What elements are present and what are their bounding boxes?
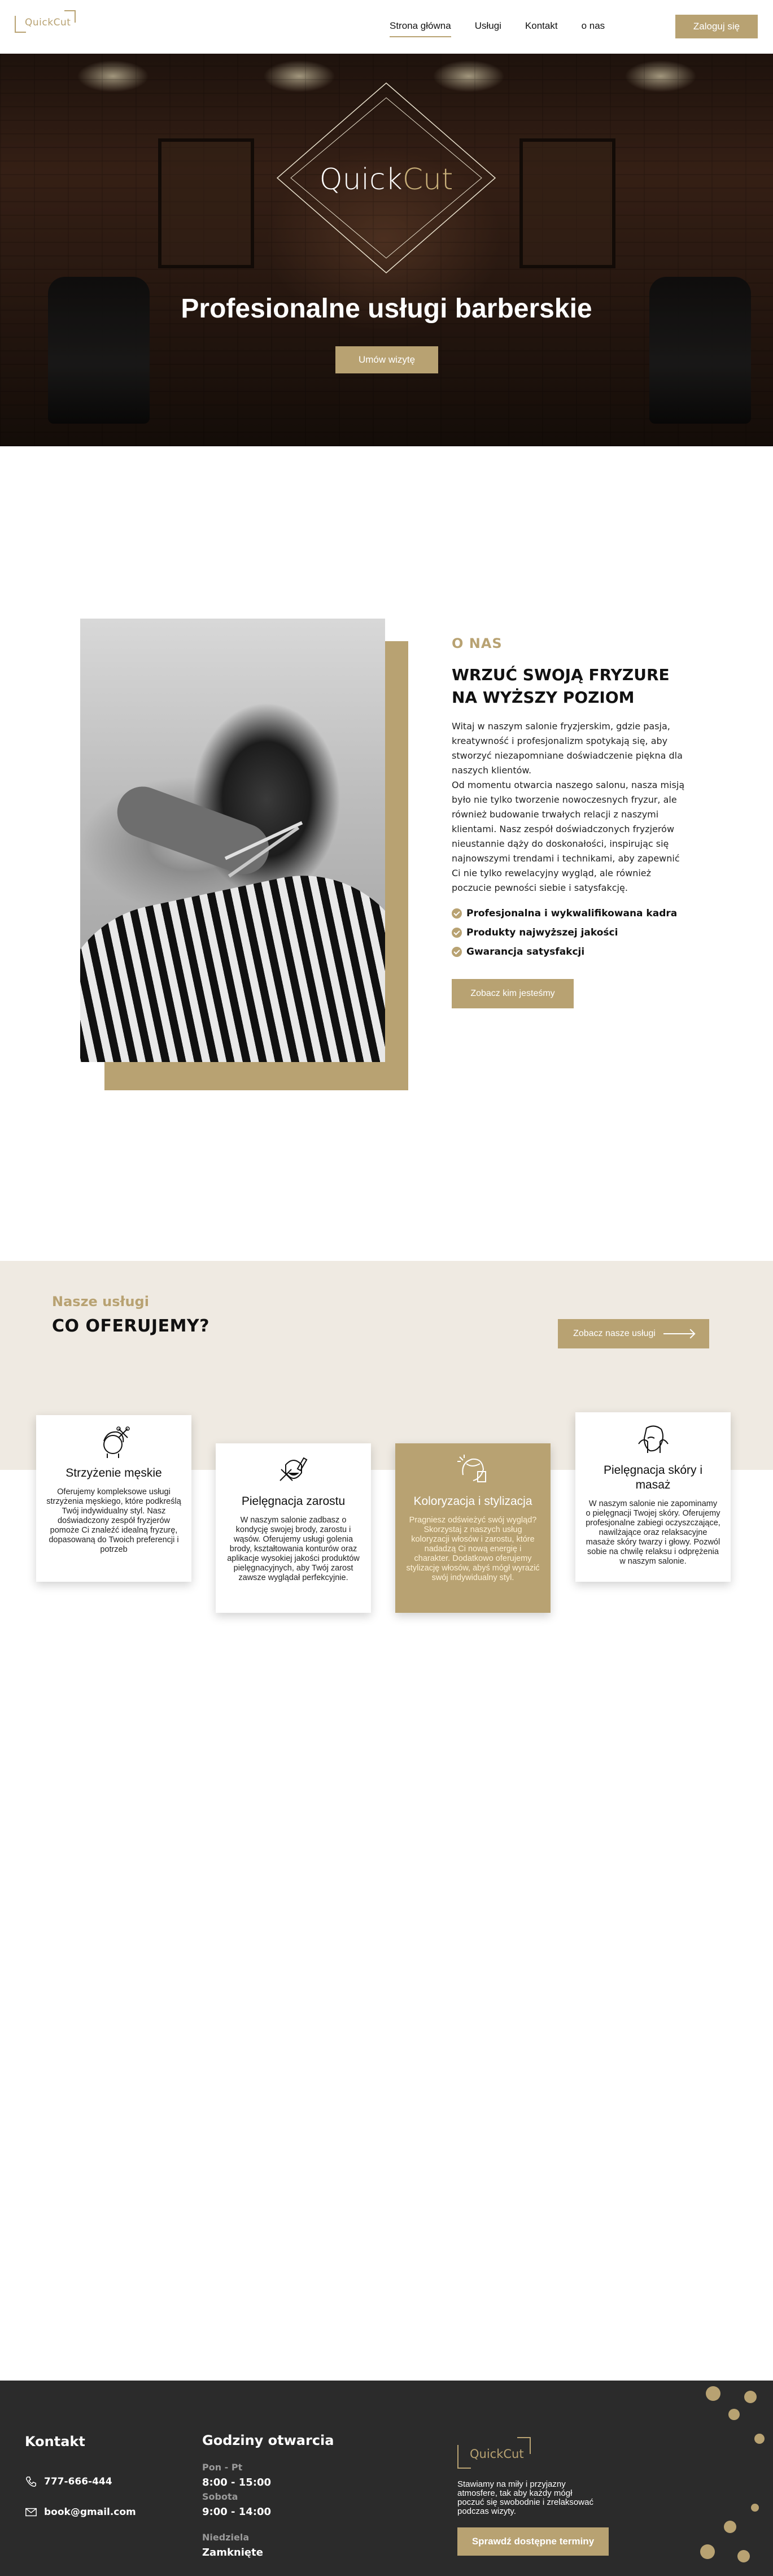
nav-item-about[interactable]: o nas [582, 20, 605, 37]
main-nav: Strona główna Usługi Kontakt o nas [390, 20, 628, 37]
check-circle-icon [452, 947, 462, 957]
about-barber-image [80, 619, 385, 1062]
barber-arm-shape [110, 779, 276, 882]
hair-color-icon [457, 1455, 486, 1482]
services-heading: CO OFERUJEMY? [52, 1316, 210, 1336]
service-card-title: Koloryzacja i stylizacja [413, 1495, 532, 1508]
feature-list: Profesjonalna i wykwalifikowana kadra Pr… [452, 908, 689, 958]
feature-item: Produkty najwyższej jakości [452, 927, 689, 938]
striped-cape-shape [80, 855, 385, 1062]
nav-item-contact[interactable]: Kontakt [525, 20, 558, 37]
header-logo[interactable]: QuickCut [15, 10, 76, 33]
footer-phone[interactable]: 777-666-444 [25, 2475, 112, 2488]
login-button[interactable]: Zaloguj się [675, 15, 758, 38]
footer-email[interactable]: book@gmail.com [25, 2506, 136, 2518]
decorative-dot [754, 2434, 765, 2444]
about-eyebrow: O NAS [452, 636, 503, 651]
service-card[interactable]: Pielęgnacja zarostu W naszym salonie zad… [216, 1443, 371, 1613]
see-services-button[interactable]: Zobacz nasze usługi [558, 1319, 709, 1348]
footer-hours-title: Godziny otwarcia [202, 2433, 334, 2448]
feature-item: Gwarancja satysfakcji [452, 946, 689, 958]
book-appointment-button[interactable]: Umów wizytę [335, 346, 438, 373]
service-card-title: Strzyżenie męskie [65, 1467, 162, 1480]
decorative-dot [700, 2544, 715, 2559]
logo-corner [457, 2445, 471, 2469]
face-massage-icon [637, 1425, 669, 1453]
about-paragraph: Witaj w naszym salonie fryzjerskim, gdzi… [452, 721, 685, 893]
hours-day: Pon - Pt [202, 2462, 243, 2473]
service-card-highlighted[interactable]: Koloryzacja i stylizacja Pragniesz odświ… [395, 1443, 551, 1613]
see-services-label: Zobacz nasze usługi [573, 1329, 656, 1338]
services-eyebrow: Nasze usługi [52, 1294, 149, 1309]
check-circle-icon [452, 908, 462, 919]
logo-text: QuickCut [25, 17, 71, 28]
footer-logo[interactable]: QuickCut [457, 2437, 531, 2469]
service-card-title: Pielęgnacja skóry i masaż [603, 1464, 703, 1491]
about-heading-line: WRZUĆ SWOJĄ FRYZURE [452, 665, 670, 684]
service-card[interactable]: Strzyżenie męskie Oferujemy kompleksowe … [36, 1415, 191, 1582]
service-card-title: Pielęgnacja zarostu [241, 1495, 346, 1508]
service-card-description: W naszym salonie zadbasz o kondycję swoj… [227, 1516, 360, 1582]
beard-shave-icon [279, 1457, 307, 1481]
service-card-description: Oferujemy kompleksowe usługi strzyżenia … [46, 1487, 181, 1554]
footer-logo-text: QuickCut [470, 2447, 524, 2461]
arrow-right-icon [663, 1333, 694, 1334]
hours-day: Sobota [202, 2491, 238, 2502]
hero-logo: QuickCut [276, 82, 496, 274]
hero-title: Profesionalne usługi barberskie [181, 294, 592, 324]
service-card-description: W naszym salonie nie zapominamy o pielęg… [586, 1499, 720, 1566]
hours-day: Niedziela [202, 2532, 250, 2543]
decorative-dot [728, 2409, 740, 2420]
decorative-dot [751, 2504, 759, 2512]
hours-time: 9:00 - 14:00 [202, 2506, 272, 2518]
hero-logo-text: QuickCut [319, 163, 453, 197]
hours-time: Zamknięte [202, 2547, 263, 2558]
decorative-dot [737, 2550, 750, 2562]
barber-head-icon [103, 1426, 130, 1458]
about-section: O NAS WRZUĆ SWOJĄ FRYZURE NA WYŻSZY POZI… [452, 636, 689, 1008]
decorative-dot [744, 2391, 757, 2403]
hero-section: QuickCut Profesionalne usługi barberskie… [0, 54, 773, 446]
site-header: QuickCut Strona główna Usługi Kontakt o … [0, 0, 773, 54]
about-more-button[interactable]: Zobacz kim jesteśmy [452, 979, 574, 1008]
service-card-description: Pragniesz odświeżyć swój wygląd? Skorzys… [406, 1516, 540, 1582]
decorative-dot [706, 2386, 720, 2401]
mail-icon [25, 2508, 37, 2517]
logo-corner [15, 16, 26, 33]
nav-item-home[interactable]: Strona główna [390, 20, 451, 37]
site-footer: Kontakt 777-666-444 book@gmail.com Godzi… [0, 2381, 773, 2576]
about-heading: WRZUĆ SWOJĄ FRYZURE NA WYŻSZY POZIOM [452, 664, 689, 709]
footer-slogan: Stawiamy na miły i przyjazny atmosfere, … [457, 2479, 593, 2516]
feature-item: Profesjonalna i wykwalifikowana kadra [452, 908, 689, 919]
check-availability-button[interactable]: Sprawdź dostępne terminy [457, 2527, 609, 2556]
hours-time: 8:00 - 15:00 [202, 2477, 272, 2488]
nav-item-services[interactable]: Usługi [475, 20, 501, 37]
service-card[interactable]: Pielęgnacja skóry i masaż W naszym salon… [575, 1412, 731, 1582]
phone-icon [26, 2477, 36, 2487]
decorative-dot [724, 2521, 736, 2533]
check-circle-icon [452, 928, 462, 938]
about-heading-line: NA WYŻSZY POZIOM [452, 688, 635, 707]
footer-contact-title: Kontakt [25, 2434, 85, 2449]
